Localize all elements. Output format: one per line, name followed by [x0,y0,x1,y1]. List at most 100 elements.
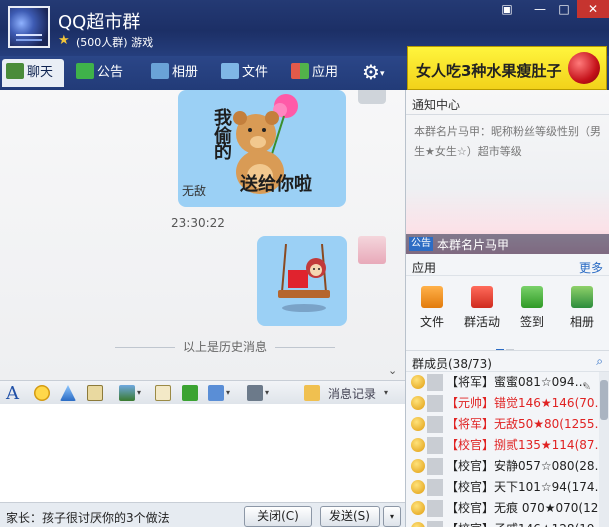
rank-icon [411,417,425,431]
message-history-button[interactable]: 消息记录 [328,385,376,402]
member-name: 【校官】捌贰135★114(87… [446,438,598,452]
tab-apps[interactable]: 应用 [287,59,338,87]
member-scrollbar[interactable] [599,372,609,527]
search-icon[interactable]: ⌕ [596,354,603,369]
app-label: 文件 [419,315,444,329]
tab-album[interactable]: 相册 [147,59,198,87]
close-button[interactable]: 关闭(C) [244,506,312,527]
rank-icon [411,501,425,515]
skin-button[interactable]: ▣ [496,0,518,18]
avatar [427,416,443,433]
avatar[interactable] [358,90,386,104]
tab-notice-label: 公告 [97,65,124,80]
member-name: 【将军】蜜蜜081☆094… [446,375,587,389]
notice-footer[interactable]: 公告 本群名片马甲 [406,234,609,254]
avatar [427,479,443,496]
avatar [427,500,443,517]
swing-sticker [278,244,330,312]
rank-icon [411,375,425,389]
tab-files[interactable]: 文件 [217,59,268,87]
app-label: 相册 [569,315,594,329]
screenshot-icon[interactable] [208,385,224,401]
rank-icon [411,459,425,473]
chat-icon [6,63,24,79]
music-icon[interactable] [182,385,198,401]
member-name: 【校官】天下101☆94(174… [446,480,598,494]
send-options-button[interactable]: ▾ [383,506,401,527]
notice-body: 本群名片马甲：昵称粉丝等级性别（男生★女生☆）超市等级 [414,125,601,158]
minimize-button[interactable]: — [529,0,551,18]
tab-notice[interactable]: 公告 [72,59,123,87]
notice-tag: 公告 [409,237,433,251]
avatar [427,395,443,412]
chevron-down-icon[interactable]: ▾ [226,388,242,404]
font-icon[interactable]: A [6,383,22,404]
bottom-ad-link[interactable]: 家长：孩子很讨厌你的3个做法 [6,509,170,526]
member-row[interactable]: 【校官】子戚146★128(19… [406,519,598,527]
scrollbar-thumb[interactable] [600,380,608,420]
photo-icon [571,286,593,308]
notice-center-title: 通知中心 [412,98,461,112]
close-window-button[interactable]: ✕ [577,0,609,18]
apps-pager[interactable] [496,340,520,351]
gear-icon[interactable]: ⚙▾ [358,59,398,87]
member-name: 【校官】安静057☆080(28… [446,459,598,473]
edit-icon[interactable]: ✎ [582,380,591,393]
chevron-down-icon[interactable]: ▾ [137,388,153,404]
album-icon [151,63,169,79]
sticker-text: 的 [214,142,232,163]
chevron-down-icon[interactable]: ⌄ [388,364,397,377]
divider [406,114,609,115]
notice-center[interactable]: 通知中心 本群名片马甲：昵称粉丝等级性别（男生★女生☆）超市等级 公告 本群名片… [406,90,609,254]
avatar [427,374,443,391]
avatar[interactable] [358,236,386,264]
app-checkin[interactable]: 签到 [512,286,552,330]
group-avatar[interactable] [8,6,50,48]
members-title: 群成员(38/73) [412,357,492,371]
history-icon[interactable] [304,385,320,401]
member-row[interactable]: 【校官】安静057☆080(28… [406,456,598,477]
chevron-down-icon[interactable]: ▾ [265,388,281,404]
shake-icon[interactable] [60,385,76,401]
member-row[interactable]: 【将军】蜜蜜081☆094… [406,372,598,393]
avatar [427,437,443,454]
apps-title: 应用 [412,261,437,275]
avatar [427,521,443,527]
ad-banner[interactable]: 女人吃3种水果瘦肚子 [407,46,607,90]
ad-text: 女人吃3种水果瘦肚子 [416,62,562,80]
emoji-icon[interactable] [34,385,50,401]
app-album[interactable]: 相册 [562,286,602,330]
chat-area[interactable]: 我 偷 的 送给你啦 无敌 23:30:22 以上是历史消息 ⌄ [0,90,405,380]
document-icon[interactable] [155,385,171,401]
right-panel: 通知中心 本群名片马甲：昵称粉丝等级性别（男生★女生☆）超市等级 公告 本群名片… [405,90,609,527]
chevron-down-icon[interactable]: ▾ [384,388,400,404]
send-button[interactable]: 发送(S) [320,506,380,527]
flag-icon [471,286,493,308]
tab-chat[interactable]: 聊天 [2,59,64,87]
member-row[interactable]: 【将军】无敌50★80(1255… [406,414,598,435]
member-row[interactable]: 【校官】无痕 070★070(12… [406,498,598,519]
maximize-button[interactable]: □ [553,0,575,18]
member-row[interactable]: 【校官】捌贰135★114(87… [406,435,598,456]
member-list[interactable]: 【将军】蜜蜜081☆094… 【元帅】错觉146★146(70… 【将军】无敌5… [406,372,598,527]
sender-name: 无敌 [182,184,207,198]
app-label: 群活动 [463,315,500,329]
message-time: 23:30:22 [171,216,225,230]
folder-icon [421,286,443,308]
member-row[interactable]: 【校官】天下101☆94(174… [406,477,598,498]
tab-apps-label: 应用 [312,65,339,80]
member-row[interactable]: 【元帅】错觉146★146(70… [406,393,598,414]
apps-more-link[interactable]: 更多 [579,259,603,276]
member-name: 【将军】无敌50★80(1255… [446,417,598,431]
folder-icon [221,63,239,79]
block-icon[interactable] [247,385,263,401]
image-icon[interactable] [119,385,135,401]
app-activity[interactable]: 群活动 [462,286,502,330]
member-name: 【校官】无痕 070★070(12… [446,501,598,515]
rank-icon [411,396,425,410]
message-input[interactable] [0,404,405,502]
edit-icon[interactable] [87,385,103,401]
app-files[interactable]: 文件 [412,286,452,330]
notice-icon [76,63,94,79]
rank-icon [411,522,425,527]
